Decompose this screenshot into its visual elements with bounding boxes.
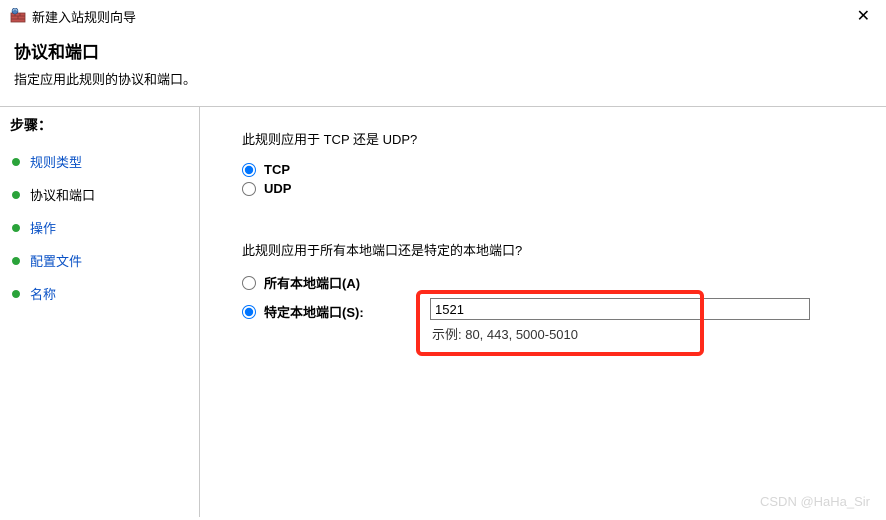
radio-all-ports[interactable] xyxy=(242,276,256,290)
port-input[interactable] xyxy=(430,298,810,320)
page-title: 协议和端口 xyxy=(14,38,872,63)
port-example-text: 示例: 80, 443, 5000-5010 xyxy=(430,324,810,343)
step-name[interactable]: 名称 xyxy=(10,277,189,310)
bullet-icon xyxy=(12,290,20,298)
bullet-icon xyxy=(12,158,20,166)
step-label: 操作 xyxy=(30,218,56,237)
wizard-header: 协议和端口 指定应用此规则的协议和端口。 xyxy=(0,30,886,100)
radio-specific-ports-label[interactable]: 特定本地端口(S): xyxy=(264,302,364,321)
wizard-content: 此规则应用于 TCP 还是 UDP? TCP UDP 此规则应用于所有本地端口还… xyxy=(200,107,886,517)
close-button[interactable]: ✕ xyxy=(851,6,876,26)
step-action[interactable]: 操作 xyxy=(10,211,189,244)
radio-specific-ports[interactable] xyxy=(242,305,256,319)
steps-label: 步骤： xyxy=(10,115,189,135)
step-rule-type[interactable]: 规则类型 xyxy=(10,145,189,178)
step-label: 协议和端口 xyxy=(30,185,95,204)
titlebar: 新建入站规则向导 ✕ xyxy=(0,0,886,30)
step-label: 名称 xyxy=(30,284,56,303)
radio-tcp[interactable] xyxy=(242,163,256,177)
window-title: 新建入站规则向导 xyxy=(32,7,136,26)
radio-udp-label[interactable]: UDP xyxy=(264,181,291,196)
step-profile[interactable]: 配置文件 xyxy=(10,244,189,277)
question-protocol: 此规则应用于 TCP 还是 UDP? xyxy=(242,129,856,148)
steps-sidebar: 步骤： 规则类型 协议和端口 操作 配置文件 名称 xyxy=(0,107,200,517)
radio-tcp-label[interactable]: TCP xyxy=(264,162,290,177)
bullet-icon xyxy=(12,224,20,232)
watermark: CSDN @HaHa_Sir xyxy=(760,494,870,509)
radio-udp[interactable] xyxy=(242,182,256,196)
radio-all-ports-label[interactable]: 所有本地端口(A) xyxy=(264,273,360,292)
question-ports: 此规则应用于所有本地端口还是特定的本地端口? xyxy=(242,240,856,259)
step-protocol-ports[interactable]: 协议和端口 xyxy=(10,178,189,211)
firewall-icon xyxy=(10,8,26,24)
bullet-icon xyxy=(12,191,20,199)
step-label: 规则类型 xyxy=(30,152,82,171)
step-label: 配置文件 xyxy=(30,251,82,270)
page-subtitle: 指定应用此规则的协议和端口。 xyxy=(14,69,872,88)
bullet-icon xyxy=(12,257,20,265)
